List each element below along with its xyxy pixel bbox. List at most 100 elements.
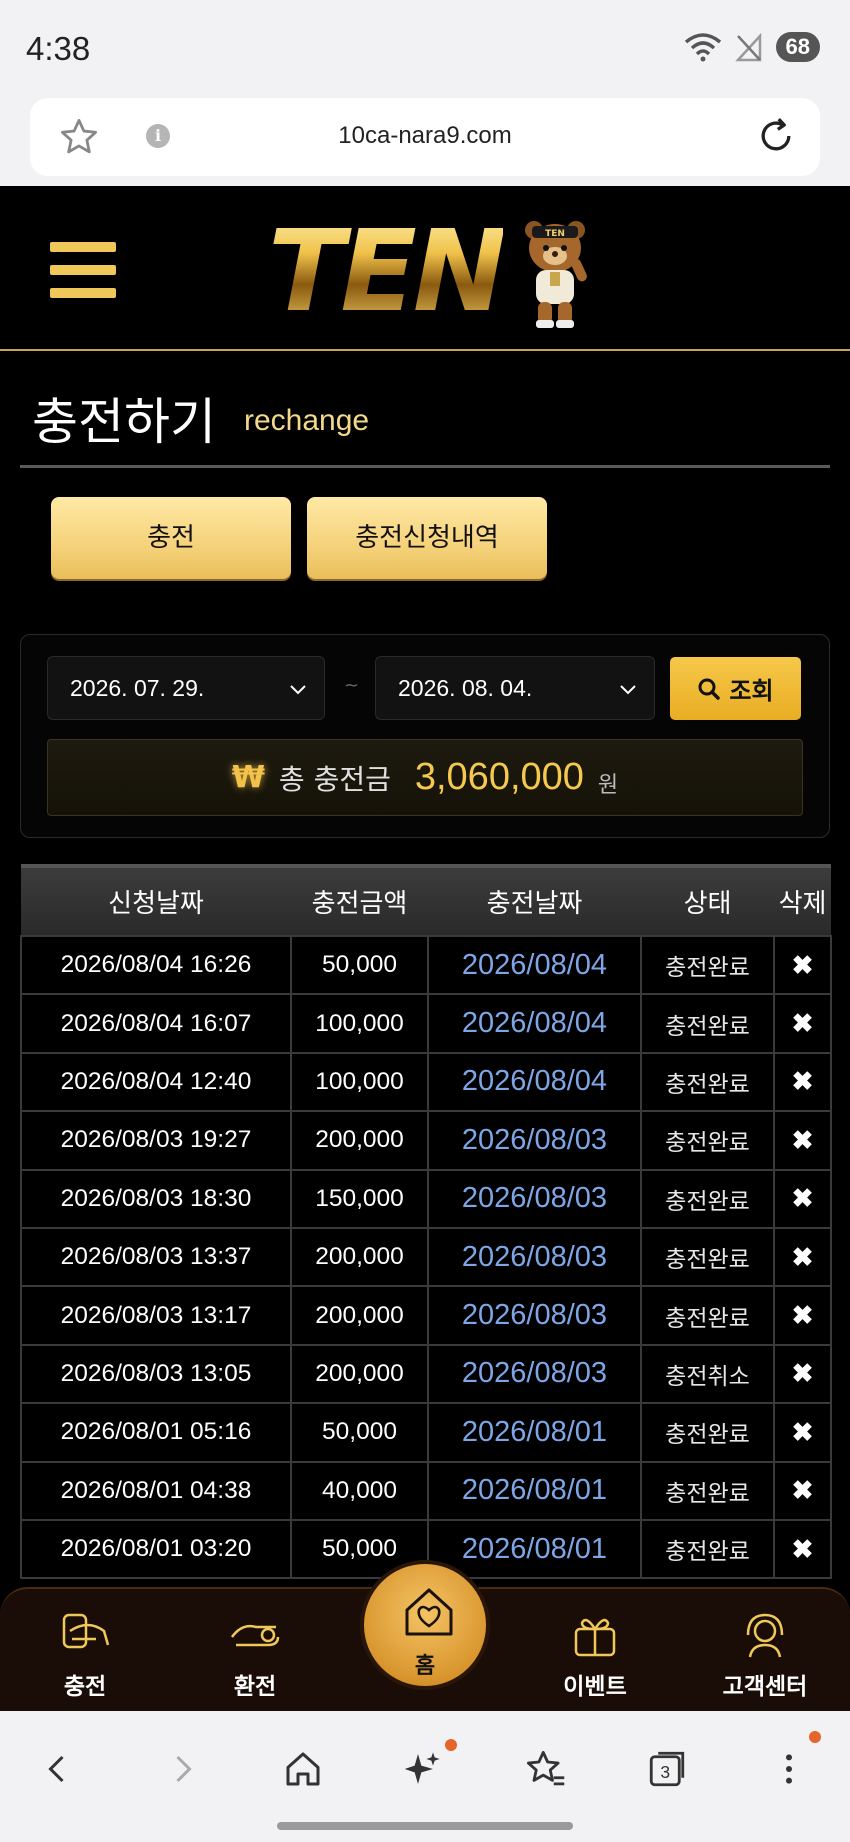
charge-date-cell[interactable]: 2026/08/04 xyxy=(427,993,642,1054)
nav-home-label: 홈 xyxy=(414,1654,436,1679)
status-cell: 충전취소 xyxy=(640,1343,775,1405)
home-heart-icon xyxy=(405,1588,453,1636)
amount-cell: 200,000 xyxy=(290,1226,429,1288)
date-to-select[interactable]: 2026. 08. 04. xyxy=(375,656,655,720)
delete-button[interactable]: ✖ xyxy=(773,993,832,1054)
more-menu-button[interactable] xyxy=(759,1731,821,1799)
table-row[interactable]: 2026/08/03 13:37 200,000 2026/08/03 충전완료 ✖ xyxy=(20,1226,832,1288)
request-date-cell: 2026/08/04 16:07 xyxy=(20,993,292,1054)
more-vertical-icon xyxy=(786,1754,792,1784)
table-row[interactable]: 2026/08/04 12:40 100,000 2026/08/04 충전완료 ✖ xyxy=(20,1051,832,1113)
delete-button[interactable]: ✖ xyxy=(773,1051,832,1113)
request-date-cell: 2026/08/01 04:38 xyxy=(20,1460,292,1521)
status-cell: 충전완료 xyxy=(640,1285,775,1346)
nav-exchange[interactable]: 환전 xyxy=(195,1589,315,1713)
status-cell: 충전완료 xyxy=(640,1110,775,1171)
nav-home-button[interactable]: 홈 xyxy=(360,1560,490,1690)
battery-indicator: 68 xyxy=(775,32,820,62)
amount-cell: 200,000 xyxy=(290,1110,429,1171)
charge-date-cell[interactable]: 2026/08/04 xyxy=(427,1051,642,1113)
ai-sparkle-button[interactable] xyxy=(393,1739,457,1799)
table-row[interactable]: 2026/08/03 19:27 200,000 2026/08/03 충전완료 ✖ xyxy=(20,1110,832,1171)
back-button[interactable] xyxy=(28,1739,88,1799)
amount-cell: 50,000 xyxy=(290,934,429,996)
nav-charge-label: 충전 xyxy=(63,1674,107,1700)
tabs-button[interactable]: 3 xyxy=(637,1739,697,1799)
table-row[interactable]: 2026/08/03 13:17 200,000 2026/08/03 충전완료 ✖ xyxy=(20,1285,832,1346)
status-time: 4:38 xyxy=(26,30,91,67)
charge-history-table: 신청날짜 충전금액 충전날짜 상태 삭제 2026/08/04 16:26 50,… xyxy=(20,864,832,1580)
nav-support[interactable]: 고객센터 xyxy=(705,1589,825,1713)
date-filter-panel: 2026. 07. 29. ~ 2026. 08. 04. 조회 ₩ 총 충전금… xyxy=(20,634,830,838)
no-signal-icon xyxy=(734,32,761,62)
page-subtitle: rechange xyxy=(244,404,370,437)
nav-charge[interactable]: 충전 xyxy=(25,1589,145,1713)
charge-date-cell[interactable]: 2026/08/03 xyxy=(427,1226,642,1288)
menu-icon[interactable] xyxy=(50,242,116,298)
status-cell: 충전완료 xyxy=(640,1460,775,1521)
delete-button[interactable]: ✖ xyxy=(773,1226,832,1288)
delete-button[interactable]: ✖ xyxy=(773,934,832,996)
delete-button[interactable]: ✖ xyxy=(773,1110,832,1171)
table-header-row: 신청날짜 충전금액 충전날짜 상태 삭제 xyxy=(21,864,831,936)
amount-cell: 100,000 xyxy=(290,1051,429,1113)
charge-date-cell[interactable]: 2026/08/04 xyxy=(427,934,642,996)
chevron-down-icon xyxy=(620,685,636,695)
table-row[interactable]: 2026/08/03 13:05 200,000 2026/08/03 충전취소 ✖ xyxy=(20,1343,832,1405)
status-cell: 충전완료 xyxy=(640,1168,775,1229)
site-logo[interactable]: TEN TEN xyxy=(268,208,588,336)
delete-button[interactable]: ✖ xyxy=(773,1343,832,1405)
search-button[interactable]: 조회 xyxy=(670,657,801,720)
charge-date-cell[interactable]: 2026/08/03 xyxy=(427,1110,642,1171)
total-charge-amount: 3,060,000 xyxy=(414,756,584,798)
charge-date-cell[interactable]: 2026/08/03 xyxy=(427,1168,642,1229)
tab-charge-history[interactable]: 충전신청내역 xyxy=(307,497,547,579)
delete-button[interactable]: ✖ xyxy=(773,1285,832,1346)
delete-button[interactable]: ✖ xyxy=(773,1518,832,1580)
nav-exchange-label: 환전 xyxy=(233,1674,277,1700)
reload-icon[interactable] xyxy=(754,114,798,158)
table-row[interactable]: 2026/08/04 16:26 50,000 2026/08/04 충전완료 ✖ xyxy=(20,934,832,996)
column-header-request-date[interactable]: 신청날짜 xyxy=(21,864,291,936)
request-date-cell: 2026/08/03 13:17 xyxy=(20,1285,292,1346)
url-text[interactable]: 10ca-nara9.com xyxy=(30,122,820,150)
charge-date-cell[interactable]: 2026/08/01 xyxy=(427,1402,642,1463)
delete-button[interactable]: ✖ xyxy=(773,1460,832,1521)
address-bar[interactable]: i 10ca-nara9.com xyxy=(30,98,820,176)
site-header: TEN TEN xyxy=(0,186,850,351)
request-date-cell: 2026/08/03 13:05 xyxy=(20,1343,292,1405)
nav-event[interactable]: 이벤트 xyxy=(535,1589,655,1713)
home-indicator[interactable] xyxy=(277,1822,573,1830)
column-header-delete[interactable]: 삭제 xyxy=(774,864,831,936)
forward-button[interactable] xyxy=(152,1739,212,1799)
table-row[interactable]: 2026/08/04 16:07 100,000 2026/08/04 충전완료 ✖ xyxy=(20,993,832,1054)
browser-address-area: i 10ca-nara9.com xyxy=(0,98,850,186)
browser-home-button[interactable] xyxy=(273,1739,333,1799)
delete-button[interactable]: ✖ xyxy=(773,1402,832,1463)
tabs-icon: 3 xyxy=(649,1751,685,1787)
nav-support-label: 고객센터 xyxy=(722,1674,808,1700)
bookmarks-button[interactable] xyxy=(515,1739,575,1799)
status-bar: 4:38 68 xyxy=(0,0,850,98)
table-row[interactable]: 2026/08/01 04:38 40,000 2026/08/01 충전완료 ✖ xyxy=(20,1460,832,1521)
charge-date-cell[interactable]: 2026/08/03 xyxy=(427,1343,642,1405)
delete-button[interactable]: ✖ xyxy=(773,1168,832,1229)
charge-date-cell[interactable]: 2026/08/01 xyxy=(427,1460,642,1521)
column-header-amount[interactable]: 충전금액 xyxy=(291,864,428,936)
column-header-status[interactable]: 상태 xyxy=(641,864,774,936)
bear-mascot-icon: TEN xyxy=(525,221,587,328)
table-row[interactable]: 2026/08/03 18:30 150,000 2026/08/03 충전완료 ✖ xyxy=(20,1168,832,1229)
date-from-select[interactable]: 2026. 07. 29. xyxy=(47,656,325,720)
home-icon xyxy=(286,1752,320,1786)
total-charge-label: 총 충전금 xyxy=(278,762,391,796)
column-header-charge-date[interactable]: 충전날짜 xyxy=(428,864,641,936)
date-range-separator: ~ xyxy=(344,675,360,696)
search-button-label: 조회 xyxy=(729,677,774,705)
table-row[interactable]: 2026/08/01 05:16 50,000 2026/08/01 충전완료 ✖ xyxy=(20,1402,832,1463)
tab-charge[interactable]: 충전 xyxy=(51,497,291,579)
bear-cap-text: TEN xyxy=(545,229,565,239)
status-cell: 충전완료 xyxy=(640,1518,775,1580)
amount-cell: 50,000 xyxy=(290,1402,429,1463)
charge-date-cell[interactable]: 2026/08/03 xyxy=(427,1285,642,1346)
date-to-value: 2026. 08. 04. xyxy=(398,675,533,701)
